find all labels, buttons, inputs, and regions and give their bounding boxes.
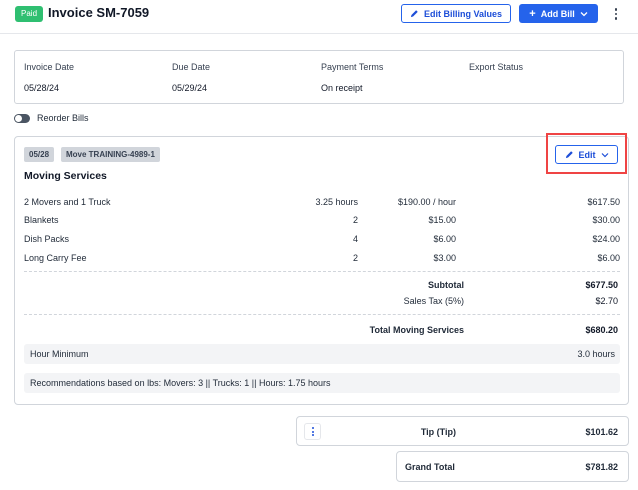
line-item-qty: 2: [352, 253, 358, 263]
payment-terms-label: Payment Terms: [321, 62, 384, 72]
line-item-name: 2 Movers and 1 Truck: [24, 197, 111, 207]
move-chip: Move TRAINING-4989-1: [61, 147, 160, 162]
subtotal-label: Subtotal: [428, 280, 464, 290]
section-title: Moving Services: [24, 170, 107, 182]
line-item-name: Blankets: [24, 215, 59, 225]
reorder-bills-row: Reorder Bills: [14, 112, 89, 124]
pencil-icon: [410, 10, 418, 18]
reorder-bills-label: Reorder Bills: [37, 113, 89, 123]
line-item-rate: $6.00: [433, 234, 456, 244]
header-divider: [0, 33, 638, 34]
plus-icon: +: [529, 7, 536, 20]
edit-bill-label: Edit: [578, 149, 596, 160]
due-date-label: Due Date: [172, 62, 211, 72]
recommendations-row: Recommendations based on lbs: Movers: 3 …: [24, 373, 620, 393]
hour-minimum-value: 3.0 hours: [577, 349, 615, 359]
invoice-date-field: Invoice Date 05/28/24: [24, 62, 74, 93]
line-item-amount: $617.50: [587, 197, 620, 207]
tip-options-icon[interactable]: [304, 423, 321, 440]
status-badge: Paid: [15, 6, 44, 22]
invoice-header: Paid Invoice SM-7059 Edit Billing Values…: [0, 0, 638, 30]
tip-label: Tip (Tip): [420, 427, 456, 437]
hour-minimum-row: Hour Minimum 3.0 hours: [24, 344, 620, 364]
line-item-rate: $3.00: [433, 253, 456, 263]
line-item-amount: $6.00: [597, 253, 620, 263]
invoice-date-label: Invoice Date: [24, 62, 75, 72]
line-item: Long Carry Fee 2 $3.00 $6.00: [24, 253, 620, 265]
edit-billing-values-button[interactable]: Edit Billing Values: [401, 4, 511, 23]
due-date-value: 05/29/24: [172, 83, 208, 93]
recommendations-text: Recommendations based on lbs: Movers: 3 …: [30, 378, 331, 388]
hour-minimum-label: Hour Minimum: [30, 349, 89, 359]
invoice-date-value: 05/28/24: [24, 83, 60, 93]
total-moving-services-label: Total Moving Services: [369, 325, 464, 335]
line-item-qty: 4: [352, 234, 358, 244]
line-item-name: Dish Packs: [24, 234, 70, 244]
due-date-field: Due Date 05/29/24: [172, 62, 210, 93]
line-item-name: Long Carry Fee: [24, 253, 87, 263]
page-title: Invoice SM-7059: [48, 5, 150, 20]
edit-bill-button[interactable]: Edit: [555, 145, 618, 164]
pencil-icon: [565, 151, 573, 159]
payment-terms-field: Payment Terms On receipt: [321, 62, 383, 93]
grand-total-row: Grand Total $781.82: [396, 451, 629, 482]
line-item-rate: $190.00 / hour: [397, 197, 456, 207]
subtotal-value: $677.50: [585, 280, 618, 290]
reorder-bills-toggle[interactable]: [14, 113, 30, 123]
add-bill-button[interactable]: + Add Bill: [519, 4, 598, 23]
export-status-field: Export Status: [469, 62, 523, 83]
tip-row: Tip (Tip) $101.62: [296, 416, 629, 446]
more-options-icon[interactable]: [611, 5, 621, 23]
sales-tax-label: Sales Tax (5%): [403, 296, 464, 306]
tip-value: $101.62: [585, 427, 618, 437]
grand-total-value: $781.82: [585, 462, 618, 472]
add-bill-label: Add Bill: [540, 8, 575, 19]
line-item: Blankets 2 $15.00 $30.00: [24, 215, 620, 227]
grand-total-label: Grand Total: [405, 462, 455, 472]
bill-date-chip: 05/28: [24, 147, 55, 162]
total-moving-services-value: $680.20: [585, 325, 618, 335]
line-item-amount: $24.00: [592, 234, 620, 244]
line-item-rate: $15.00: [428, 215, 456, 225]
chevron-down-icon: [601, 152, 608, 157]
line-item-qty: 2: [352, 215, 358, 225]
line-item-amount: $30.00: [592, 215, 620, 225]
invoice-summary: Invoice Date 05/28/24 Due Date 05/29/24 …: [14, 50, 624, 104]
sales-tax-value: $2.70: [595, 296, 618, 306]
bill-card: 05/28 Move TRAINING-4989-1 Edit Moving S…: [14, 133, 629, 405]
line-item: 2 Movers and 1 Truck 3.25 hours $190.00 …: [24, 197, 620, 209]
edit-billing-values-label: Edit Billing Values: [423, 8, 503, 19]
export-status-label: Export Status: [469, 62, 524, 72]
payment-terms-value: On receipt: [321, 83, 363, 93]
dashed-divider: [24, 271, 620, 272]
line-item: Dish Packs 4 $6.00 $24.00: [24, 234, 620, 246]
line-item-qty: 3.25 hours: [315, 197, 358, 207]
dashed-divider: [24, 314, 620, 315]
chevron-down-icon: [580, 11, 588, 16]
